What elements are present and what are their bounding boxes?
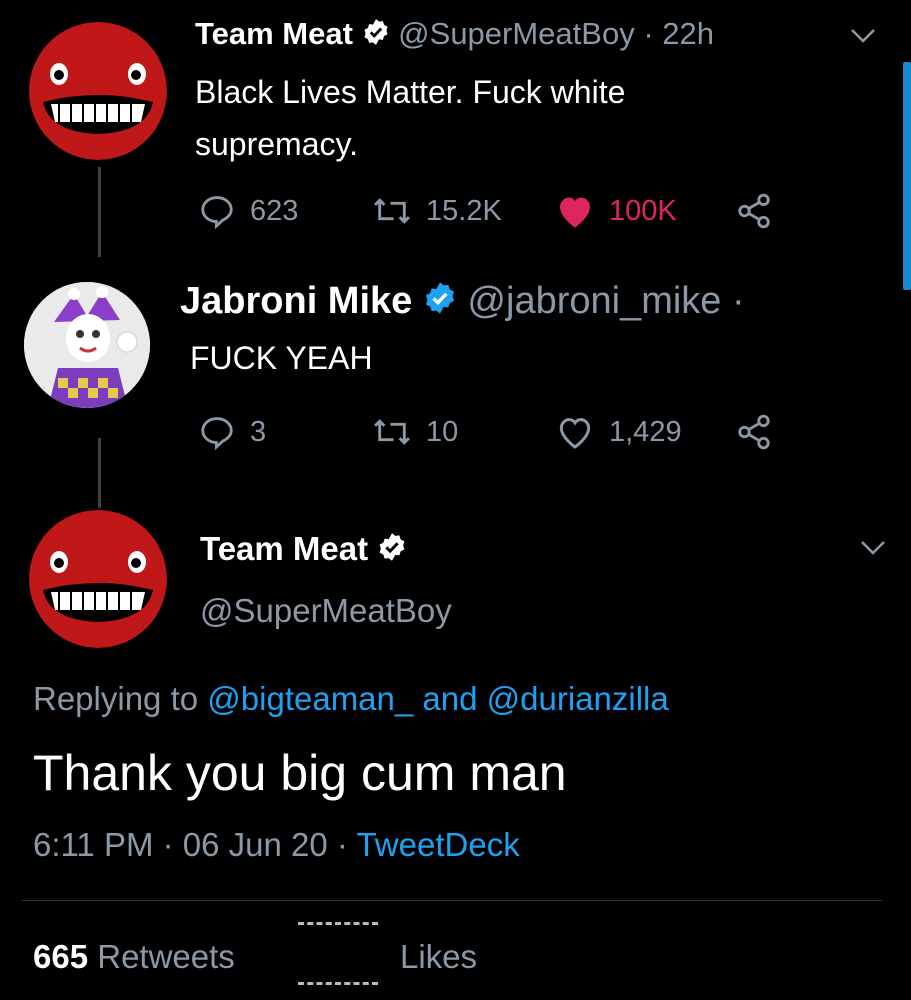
timestamp[interactable]: · 22h bbox=[643, 16, 714, 51]
display-name[interactable]: Team Meat bbox=[195, 16, 353, 51]
handle[interactable]: @SuperMeatBoy bbox=[398, 16, 635, 51]
like-button[interactable]: 1,429 bbox=[555, 413, 682, 451]
heart-outline-icon bbox=[559, 418, 591, 449]
retweet-count: 15.2K bbox=[426, 194, 502, 227]
tweet-2-header: Jabroni Mike @jabroni_mike · bbox=[180, 280, 745, 325]
divider bbox=[22, 900, 882, 901]
replying-and: and bbox=[422, 680, 478, 717]
retweet-icon bbox=[374, 419, 410, 445]
retweet-button[interactable]: 10 bbox=[372, 413, 458, 451]
handle[interactable]: @SuperMeatBoy bbox=[200, 592, 452, 630]
retweet-stat[interactable]: 665 Retweets bbox=[33, 938, 235, 976]
timestamp[interactable]: 6:11 PM · 06 Jun 20 · bbox=[33, 826, 356, 863]
verified-badge-icon bbox=[377, 532, 407, 570]
like-count: 100K bbox=[609, 194, 677, 227]
retweet-stat-label: Retweets bbox=[97, 938, 235, 975]
reply-button[interactable]: 623 bbox=[198, 192, 298, 230]
tweet-3-name-row: Team Meat bbox=[200, 530, 407, 570]
verified-badge-icon bbox=[362, 18, 390, 54]
chevron-down-icon[interactable] bbox=[860, 540, 886, 561]
like-count: 1,429 bbox=[609, 415, 682, 448]
handle[interactable]: @jabroni_mike bbox=[467, 280, 721, 322]
tweet-text: Thank you big cum man bbox=[33, 745, 567, 801]
thread-line bbox=[98, 438, 101, 508]
heart-filled-icon bbox=[560, 197, 590, 228]
reply-count: 623 bbox=[250, 194, 299, 227]
tweet-meta: 6:11 PM · 06 Jun 20 · TweetDeck bbox=[33, 826, 520, 864]
mention-link[interactable]: @durianzilla bbox=[487, 680, 669, 717]
retweet-button[interactable]: 15.2K bbox=[372, 192, 502, 230]
retweet-icon bbox=[374, 198, 410, 224]
team-meat-avatar[interactable] bbox=[29, 22, 167, 160]
retweet-stat-count: 665 bbox=[33, 938, 89, 975]
reply-icon bbox=[201, 196, 233, 230]
jabroni-mike-avatar[interactable] bbox=[24, 282, 150, 408]
chevron-down-icon[interactable] bbox=[850, 28, 876, 49]
scroll-indicator[interactable] bbox=[903, 62, 911, 290]
like-button[interactable]: 100K bbox=[555, 192, 677, 230]
tweet-text: Black Lives Matter. Fuck white supremacy… bbox=[195, 74, 626, 162]
likes-stat-label[interactable]: Likes bbox=[400, 938, 477, 976]
replying-to: Replying to @bigteaman_ and @durianzilla bbox=[33, 680, 669, 718]
tweet-text: FUCK YEAH bbox=[190, 340, 373, 376]
display-name[interactable]: Team Meat bbox=[200, 530, 368, 567]
source-link[interactable]: TweetDeck bbox=[356, 826, 519, 863]
retweet-count: 10 bbox=[426, 415, 459, 448]
verified-badge-icon bbox=[423, 281, 457, 325]
share-icon bbox=[738, 193, 770, 229]
reply-button[interactable]: 3 bbox=[198, 413, 266, 451]
likes-stat-count-blurred bbox=[298, 922, 386, 992]
timestamp-separator: · bbox=[732, 280, 745, 322]
thread-line bbox=[98, 167, 101, 257]
reply-count: 3 bbox=[250, 415, 267, 448]
replying-prefix: Replying to bbox=[33, 680, 199, 717]
display-name[interactable]: Jabroni Mike bbox=[180, 280, 412, 322]
share-button[interactable] bbox=[735, 192, 773, 230]
team-meat-avatar[interactable] bbox=[29, 510, 167, 648]
mention-link[interactable]: @bigteaman_ bbox=[207, 680, 413, 717]
reply-icon bbox=[201, 417, 233, 451]
share-button[interactable] bbox=[735, 413, 773, 451]
tweet-1-header: Team Meat @SuperMeatBoy · 22h bbox=[195, 16, 714, 54]
share-icon bbox=[738, 414, 770, 450]
